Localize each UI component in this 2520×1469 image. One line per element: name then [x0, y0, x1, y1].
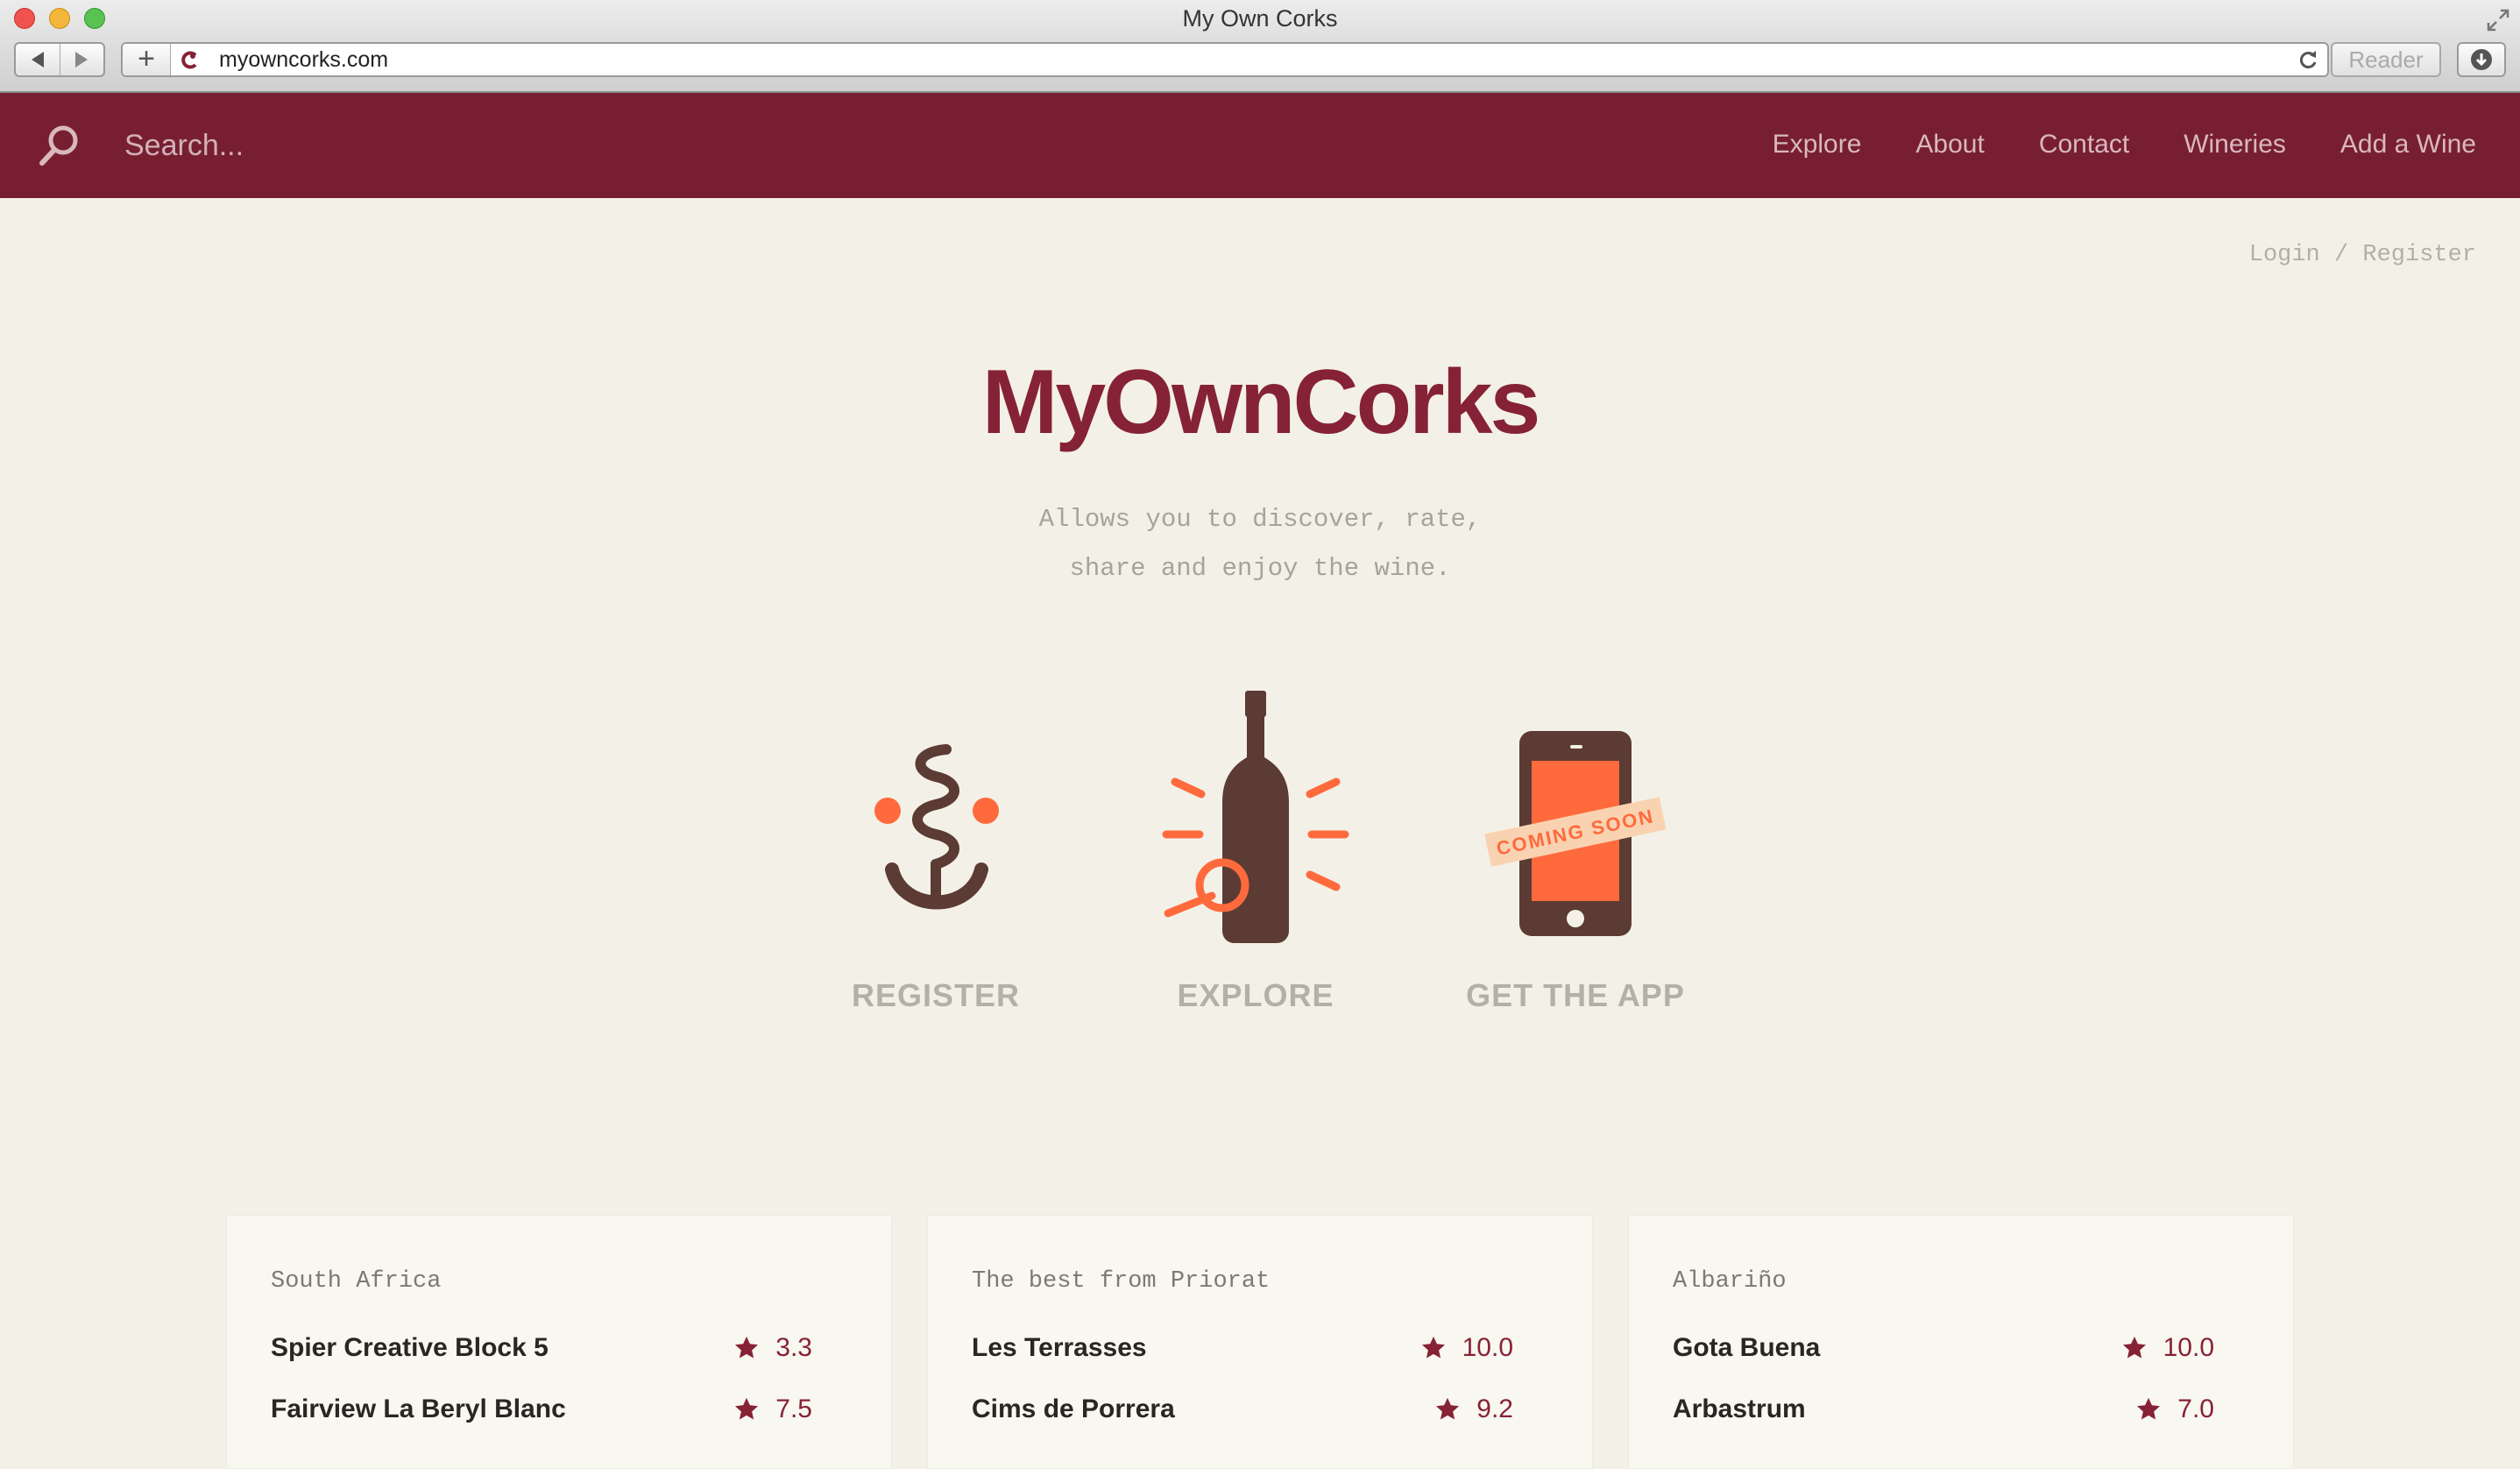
rating-value: 3.3 [775, 1333, 812, 1362]
nav-wineries[interactable]: Wineries [2184, 130, 2286, 160]
feature-get-the-app[interactable]: COMING SOON GET THE APP [1444, 684, 1707, 1013]
card-title[interactable]: South Africa [271, 1268, 441, 1295]
rating-value: 10.0 [1462, 1333, 1513, 1362]
wine-row[interactable]: Arbastrum 7.0 [1673, 1394, 2214, 1430]
feature-label: EXPLORE [1177, 977, 1334, 1013]
tagline-line-2: share and enjoy the wine. [1069, 554, 1451, 583]
rating-value: 9.2 [1476, 1394, 1513, 1423]
feature-label: GET THE APP [1466, 977, 1685, 1013]
search-input[interactable] [123, 124, 740, 167]
tagline-line-1: Allows you to discover, rate, [1038, 505, 1482, 534]
reload-icon[interactable] [2296, 47, 2320, 72]
wine-rating: 3.3 [733, 1333, 812, 1363]
back-button[interactable] [16, 44, 60, 75]
auth-links: Login / Register [2249, 242, 2476, 268]
wine-row[interactable]: Spier Creative Block 5 3.3 [271, 1333, 812, 1368]
feature-explore[interactable]: EXPLORE [1124, 684, 1387, 1013]
address-bar[interactable]: + myowncorks.com [121, 42, 2329, 77]
history-buttons [14, 42, 105, 77]
wine-rating: 7.0 [2135, 1394, 2214, 1424]
fullscreen-icon[interactable] [2485, 7, 2511, 33]
wine-name[interactable]: Les Terrasses [972, 1333, 1147, 1363]
wine-rating: 10.0 [1420, 1333, 1513, 1363]
wine-name[interactable]: Fairview La Beryl Blanc [271, 1394, 566, 1424]
feature-register[interactable]: REGISTER [804, 684, 1067, 1013]
star-icon [2137, 1397, 2161, 1420]
star-icon [1436, 1397, 1460, 1420]
wine-bottle-icon [1162, 691, 1349, 943]
rating-value: 7.0 [2177, 1394, 2214, 1423]
corkscrew-icon [874, 744, 999, 910]
back-arrow-icon [31, 52, 44, 67]
card-title[interactable]: The best from Priorat [972, 1268, 1270, 1295]
window-title: My Own Corks [1182, 5, 1338, 32]
search-icon[interactable] [35, 121, 84, 170]
wine-name[interactable]: Arbastrum [1673, 1394, 1806, 1424]
site-header: Explore About Contact Wineries Add a Win… [0, 93, 2520, 198]
auth-separator: / [2333, 242, 2349, 268]
register-link[interactable]: Register [2362, 242, 2476, 268]
tagline: Allows you to discover, rate, share and … [0, 495, 2520, 593]
nav-explore[interactable]: Explore [1773, 130, 1862, 160]
star-icon [735, 1336, 759, 1359]
smartphone-icon: COMING SOON [1484, 731, 1667, 936]
wine-name[interactable]: Spier Creative Block 5 [271, 1333, 549, 1363]
wine-list-card: Albariño Gota Buena 10.0 Arbastrum 7.0 [1628, 1215, 2294, 1469]
feature-label: REGISTER [851, 977, 1021, 1013]
star-icon [1421, 1336, 1445, 1359]
url-text[interactable]: myowncorks.com [219, 47, 388, 73]
wine-name[interactable]: Gota Buena [1673, 1333, 1820, 1363]
login-link[interactable]: Login [2249, 242, 2320, 268]
wine-rating: 7.5 [733, 1394, 812, 1424]
nav-about[interactable]: About [1915, 130, 1984, 160]
wine-row[interactable]: Cims de Porrera 9.2 [972, 1394, 1513, 1430]
wine-rating: 10.0 [2121, 1333, 2214, 1363]
main-nav: Explore About Contact Wineries Add a Win… [1773, 130, 2476, 160]
add-bookmark-button[interactable]: + [123, 44, 171, 75]
wine-name[interactable]: Cims de Porrera [972, 1394, 1175, 1424]
forward-button[interactable] [60, 44, 104, 75]
rating-value: 10.0 [2163, 1333, 2214, 1362]
wine-row[interactable]: Fairview La Beryl Blanc 7.5 [271, 1394, 812, 1430]
wine-row[interactable]: Gota Buena 10.0 [1673, 1333, 2214, 1368]
reader-button[interactable]: Reader [2331, 42, 2441, 77]
wine-list-card: South Africa Spier Creative Block 5 3.3 … [226, 1215, 892, 1469]
download-icon [2471, 49, 2492, 70]
nav-add-a-wine[interactable]: Add a Wine [2340, 130, 2476, 160]
forward-arrow-icon [75, 52, 88, 67]
rating-value: 7.5 [775, 1394, 812, 1423]
star-icon [735, 1397, 759, 1420]
wine-row[interactable]: Les Terrasses 10.0 [972, 1333, 1513, 1368]
card-title[interactable]: Albariño [1673, 1268, 1787, 1295]
nav-contact[interactable]: Contact [2039, 130, 2129, 160]
wine-list-card: The best from Priorat Les Terrasses 10.0… [927, 1215, 1593, 1469]
site-favicon-icon [181, 51, 197, 69]
wine-rating: 9.2 [1434, 1394, 1513, 1424]
browser-chrome: My Own Corks + myowncorks.com Reader [0, 0, 2520, 93]
site-logo[interactable]: MyOwnCorks [0, 351, 2520, 455]
downloads-button[interactable] [2457, 42, 2506, 77]
star-icon [2122, 1336, 2146, 1359]
